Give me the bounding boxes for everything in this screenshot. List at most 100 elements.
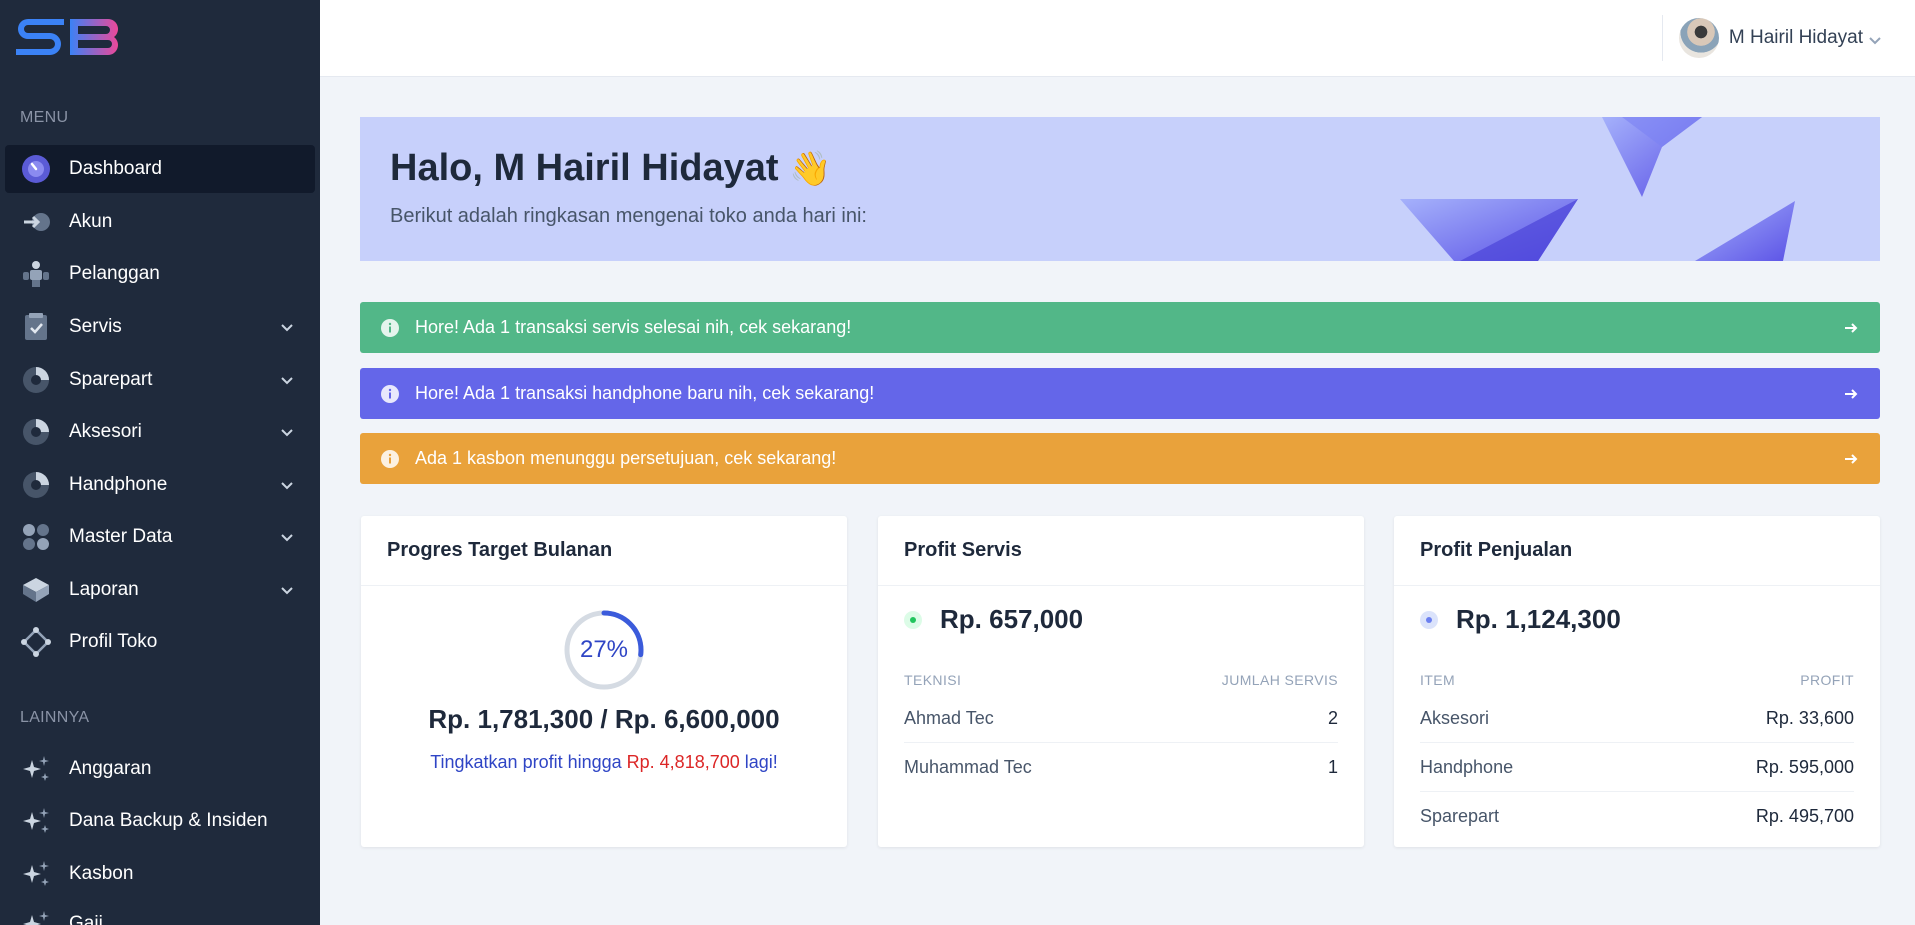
sidebar-item-aksesori[interactable]: Aksesori	[5, 408, 315, 456]
cta-prefix: Tingkatkan profit hingga	[430, 752, 622, 772]
sidebar-item-label: Gaji	[69, 913, 103, 925]
dashboard-icon	[19, 154, 53, 184]
sidebar-item-gaji[interactable]: Gaji	[5, 900, 315, 925]
sidebar: MENU Dashboard Akun Pelanggan Servis Spa…	[0, 0, 320, 925]
sidebar-item-profil-toko[interactable]: Profil Toko	[5, 618, 315, 666]
card-title: Profit Servis	[878, 516, 1364, 586]
arrow-right-icon	[1845, 388, 1858, 399]
col-teknisi: TEKNISI	[904, 672, 962, 688]
row-value: Rp. 595,000	[1755, 756, 1854, 777]
top-bar: M Hairil Hidayat	[320, 0, 1915, 77]
row-name: Ahmad Tec	[904, 707, 994, 728]
chevron-down-icon	[1869, 37, 1881, 45]
sidebar-item-label: Kasbon	[69, 863, 134, 884]
chevron-down-icon	[281, 429, 293, 437]
info-icon	[381, 318, 399, 337]
sidebar-item-label: Akun	[69, 211, 113, 232]
pie-icon	[19, 365, 53, 395]
alert-text: Hore! Ada 1 transaksi handphone baru nih…	[415, 383, 875, 403]
banner-subtitle: Berikut adalah ringkasan mengenai toko a…	[390, 205, 867, 227]
target-amounts: Rp. 1,781,300 / Rp. 6,600,000	[428, 704, 780, 734]
progress-ring-wrap: 27%	[361, 608, 847, 692]
monthly-target-card: Progres Target Bulanan 27% Rp. 1,781,300…	[361, 516, 847, 847]
table-header: TEKNISI JUMLAH SERVIS	[904, 666, 1338, 694]
arrow-right-icon	[1845, 322, 1858, 333]
technician-table: TEKNISI JUMLAH SERVIS Ahmad Tec 2 Muhammad…	[904, 666, 1338, 792]
sidebar-item-dashboard[interactable]: Dashboard	[5, 145, 315, 193]
alert-handphone[interactable]: Hore! Ada 1 transaksi handphone baru nih…	[360, 368, 1880, 419]
sidebar-item-label: Handphone	[69, 474, 168, 495]
row-name: Handphone	[1420, 756, 1514, 777]
pie-icon	[19, 417, 53, 447]
table-row: Sparepart Rp. 495,700	[1420, 792, 1854, 841]
pie-icon	[19, 470, 53, 500]
info-icon	[381, 384, 399, 403]
sidebar-item-dana-backup[interactable]: Dana Backup & Insiden	[5, 797, 315, 845]
page-title: Halo, M Hairil Hidayat 👋	[390, 147, 831, 190]
table-row: Ahmad Tec 2	[904, 694, 1338, 743]
grid-dots-icon	[19, 522, 53, 552]
sidebar-item-label: Dana Backup & Insiden	[69, 810, 268, 831]
sidebar-item-label: Sparepart	[69, 369, 153, 390]
wave-emoji: 👋	[789, 150, 832, 188]
sidebar-item-label: Aksesori	[69, 421, 142, 442]
layers-icon	[19, 575, 53, 605]
sidebar-item-anggaran[interactable]: Anggaran	[5, 745, 315, 793]
row-value: Rp. 495,700	[1755, 806, 1854, 826]
card-title: Profit Penjualan	[1394, 516, 1880, 586]
profit-servis-value: Rp. 657,000	[940, 604, 1084, 634]
target-cta: Tingkatkan profit hingga Rp. 4,818,700 l…	[361, 752, 847, 773]
row-name: Sparepart	[1420, 806, 1500, 826]
table-header: ITEM PROFIT	[1420, 666, 1854, 694]
sidebar-item-pelanggan[interactable]: Pelanggan	[5, 250, 315, 298]
user-menu[interactable]: M Hairil Hidayat	[1661, 15, 1883, 61]
sidebar-item-label: Servis	[69, 316, 122, 337]
table-row: Muhammad Tec 1	[904, 743, 1338, 792]
alert-servis[interactable]: Hore! Ada 1 transaksi servis selesai nih…	[360, 302, 1880, 353]
col-profit: PROFIT	[1800, 672, 1854, 688]
sales-table: ITEM PROFIT Aksesori Rp. 33,600 Handphone R…	[1420, 666, 1854, 841]
cta-suffix: lagi!	[744, 752, 778, 772]
col-jumlah-servis: JUMLAH SERVIS	[1221, 672, 1338, 688]
sparkles-icon	[19, 806, 53, 836]
sidebar-item-label: Master Data	[69, 526, 173, 547]
sidebar-item-master-data[interactable]: Master Data	[5, 513, 315, 561]
sidebar-item-handphone[interactable]: Handphone	[5, 461, 315, 509]
row-name: Muhammad Tec	[904, 757, 1032, 777]
people-icon	[19, 259, 53, 289]
sidebar-item-label: Profil Toko	[69, 631, 158, 652]
sparkles-icon	[19, 909, 53, 925]
chevron-down-icon	[281, 482, 293, 490]
welcome-banner: Halo, M Hairil Hidayat 👋 Berikut adalah …	[360, 117, 1880, 261]
alert-kasbon[interactable]: Ada 1 kasbon menunggu persetujuan, cek s…	[360, 433, 1880, 484]
greeting-text: Halo, M Hairil Hidayat	[390, 147, 779, 189]
sidebar-item-sparepart[interactable]: Sparepart	[5, 356, 315, 404]
row-value: 2	[1327, 707, 1338, 728]
sidebar-item-kasbon[interactable]: Kasbon	[5, 850, 315, 898]
chevron-down-icon	[281, 587, 293, 595]
card-title: Progres Target Bulanan	[361, 516, 847, 586]
table-row: Handphone Rp. 595,000	[1420, 743, 1854, 792]
sparkles-icon	[19, 754, 53, 784]
clipboard-check-icon	[19, 312, 53, 342]
sidebar-item-label: Anggaran	[69, 758, 152, 779]
login-arrow-icon	[19, 207, 53, 237]
sidebar-item-akun[interactable]: Akun	[5, 198, 315, 246]
sidebar-item-label: Dashboard	[69, 158, 162, 179]
chevron-down-icon	[281, 377, 293, 385]
arrow-right-icon	[1845, 453, 1858, 464]
sidebar-item-laporan[interactable]: Laporan	[5, 566, 315, 614]
row-value: Rp. 33,600	[1765, 707, 1854, 728]
sparkles-icon	[19, 859, 53, 889]
progress-percent: 27%	[579, 636, 629, 663]
app-logo[interactable]	[14, 16, 124, 58]
user-name: M Hairil Hidayat	[1728, 27, 1863, 48]
chevron-down-icon	[281, 534, 293, 542]
sidebar-item-servis[interactable]: Servis	[5, 303, 315, 351]
paper-planes-decoration	[1400, 117, 1795, 261]
alert-text: Hore! Ada 1 transaksi servis selesai nih…	[415, 317, 852, 337]
info-icon	[381, 449, 399, 468]
row-name: Aksesori	[1420, 707, 1490, 728]
sidebar-item-label: Pelanggan	[69, 263, 160, 284]
status-dot	[904, 610, 922, 629]
